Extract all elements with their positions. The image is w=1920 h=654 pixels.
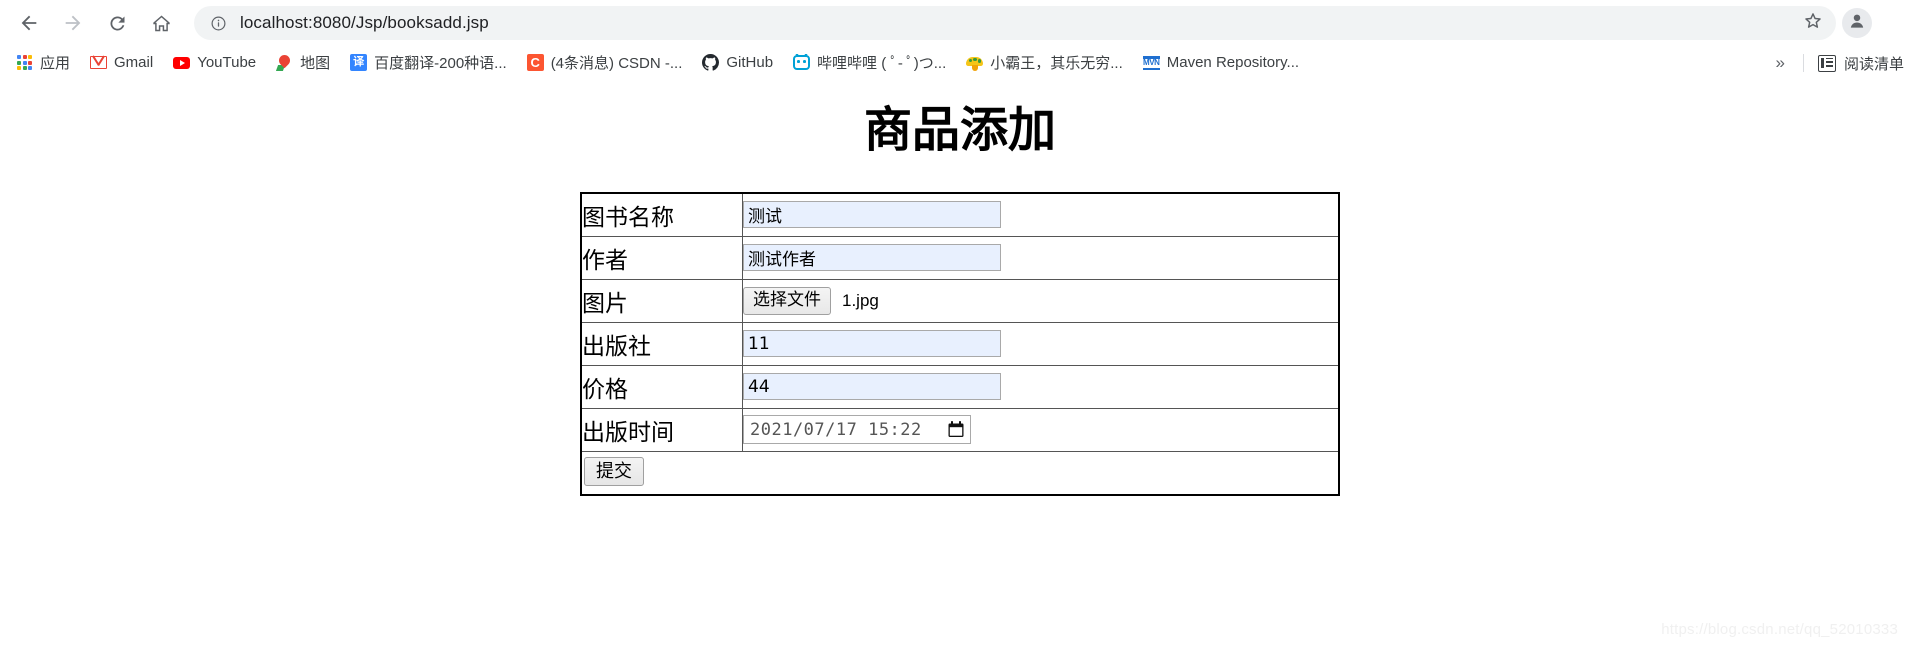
table-row: 作者: [580, 235, 1340, 280]
table-row: 价格: [580, 364, 1340, 409]
github-icon: [702, 54, 720, 71]
baidu-translate-icon: 译: [350, 54, 368, 71]
apps-grid-icon: [16, 54, 33, 71]
bookmark-label: 百度翻译-200种语...: [374, 55, 507, 72]
maven-icon: MVN: [1142, 54, 1160, 71]
site-information-icon[interactable]: [208, 13, 228, 33]
table-row: 提交: [580, 450, 1340, 496]
bilibili-icon: [793, 54, 811, 71]
bookmark-csdn[interactable]: C (4条消息) CSDN -...: [525, 50, 691, 76]
field-price: [742, 364, 1340, 409]
back-button[interactable]: [10, 4, 48, 42]
choose-file-button[interactable]: 选择文件: [743, 287, 831, 315]
field-publisher: [742, 321, 1340, 366]
publish-time-value: 2021/07/17 15:22: [750, 419, 922, 440]
reading-list-icon: [1817, 54, 1836, 72]
bookmark-maps[interactable]: 地图: [274, 50, 338, 76]
forward-arrow-icon: [62, 12, 84, 34]
file-input-row: 选择文件 1.jpg: [743, 287, 1338, 315]
calendar-icon[interactable]: [948, 421, 964, 438]
table-row: 出版社: [580, 321, 1340, 366]
field-image: 选择文件 1.jpg: [742, 278, 1340, 323]
address-bar[interactable]: localhost:8080/Jsp/booksadd.jsp: [194, 6, 1836, 40]
publisher-input[interactable]: [743, 330, 1001, 358]
field-author: [742, 235, 1340, 280]
csdn-icon: C: [526, 54, 544, 71]
divider: [1802, 54, 1804, 72]
label-price: 价格: [580, 364, 743, 409]
bookmark-bilibili[interactable]: 哔哩哔哩 ( ﾟ- ﾟ)つ...: [791, 50, 954, 76]
bookmark-label: 地图: [300, 55, 331, 72]
reading-list-label: 阅读清单: [1843, 55, 1904, 73]
youtube-icon: [173, 54, 191, 71]
submit-button[interactable]: 提交: [584, 457, 644, 487]
bookmark-gmail[interactable]: Gmail: [88, 50, 161, 76]
bookmark-label: 小霸王，其乐无穷...: [990, 55, 1123, 72]
field-submit: 提交: [580, 450, 1340, 496]
browser-chrome: localhost:8080/Jsp/booksadd.jsp 应用 Gmail…: [0, 0, 1920, 80]
bookmark-apps[interactable]: 应用: [14, 50, 78, 76]
csdn-glyph: C: [526, 54, 544, 71]
page-content: 商品添加 图书名称 作者 图片: [0, 80, 1920, 654]
publish-time-input[interactable]: 2021/07/17 15:22: [743, 415, 971, 445]
home-button[interactable]: [142, 4, 180, 42]
label-publisher: 出版社: [580, 321, 743, 366]
bookmark-label: (4条消息) CSDN -...: [550, 55, 683, 72]
bookmarks-bar: 应用 Gmail YouTube 地图 译 百度翻译-200种语... C (4…: [0, 46, 1920, 80]
table-row: 图书名称: [580, 192, 1340, 237]
browser-menu-button[interactable]: [1880, 6, 1906, 40]
bookmark-label: GitHub: [726, 54, 774, 71]
bookmark-youtube[interactable]: YouTube: [171, 50, 264, 76]
browser-toolbar: localhost:8080/Jsp/booksadd.jsp: [0, 0, 1920, 46]
mushroom-icon: [966, 54, 984, 71]
label-book-name: 图书名称: [580, 192, 743, 237]
book-add-form-table: 图书名称 作者 图片 选择文件 1.jp: [580, 191, 1340, 496]
bookmark-baidu-translate[interactable]: 译 百度翻译-200种语...: [348, 50, 515, 76]
bookmark-label: 哔哩哔哩 ( ﾟ- ﾟ)つ...: [817, 55, 947, 72]
field-publish-time: 2021/07/17 15:22: [742, 407, 1340, 452]
price-input[interactable]: [743, 373, 1001, 401]
profile-avatar[interactable]: [1842, 8, 1872, 38]
back-arrow-icon: [18, 12, 40, 34]
bookmark-github[interactable]: GitHub: [700, 50, 781, 76]
label-author: 作者: [580, 235, 743, 280]
label-publish-time: 出版时间: [580, 407, 743, 452]
bookmark-star-icon: [1802, 10, 1824, 37]
watermark: https://blog.csdn.net/qq_52010333: [1661, 621, 1898, 638]
book-name-input[interactable]: [743, 201, 1001, 229]
form-container: 图书名称 作者 图片 选择文件 1.jp: [0, 191, 1920, 496]
baidu-translate-glyph: 译: [350, 54, 368, 71]
bookmark-label: Maven Repository...: [1166, 54, 1300, 71]
bookmark-star-button[interactable]: [1796, 6, 1830, 40]
field-book-name: [742, 192, 1340, 237]
bookmark-label: 应用: [40, 55, 71, 72]
bookmark-maven-repository[interactable]: MVN Maven Repository...: [1141, 50, 1307, 76]
bookmarks-overflow-button[interactable]: »: [1766, 53, 1795, 73]
bookmark-label: Gmail: [114, 54, 154, 71]
author-input[interactable]: [743, 244, 1001, 272]
reading-list-button[interactable]: 阅读清单: [1812, 53, 1910, 74]
gmail-icon: [90, 54, 108, 71]
reload-icon: [107, 13, 128, 34]
selected-file-name: 1.jpg: [842, 290, 879, 310]
maven-glyph: MVN: [1142, 55, 1160, 70]
label-image: 图片: [580, 278, 743, 323]
page-title: 商品添加: [863, 102, 1056, 158]
bookmark-xiaobawang[interactable]: 小霸王，其乐无穷...: [964, 50, 1131, 76]
table-row: 图片 选择文件 1.jpg: [580, 278, 1340, 323]
reload-button[interactable]: [98, 4, 136, 42]
bookmark-label: YouTube: [197, 54, 257, 71]
google-maps-icon: [276, 54, 293, 71]
table-row: 出版时间 2021/07/17 15:22: [580, 407, 1340, 452]
forward-button[interactable]: [54, 4, 92, 42]
profile-avatar-icon: [1847, 11, 1867, 36]
bookmarks-bar-right: » 阅读清单: [1766, 46, 1910, 80]
url-text: localhost:8080/Jsp/booksadd.jsp: [240, 13, 489, 32]
home-icon: [151, 13, 172, 34]
